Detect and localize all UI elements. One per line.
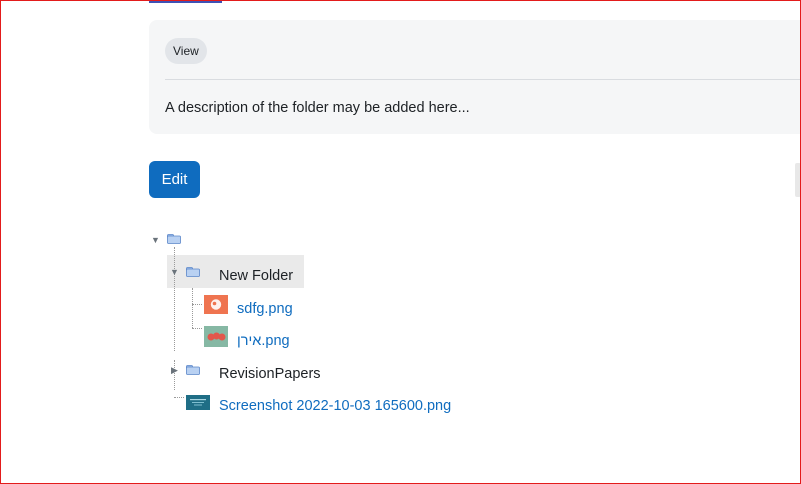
image-thumbnail-icon	[204, 295, 228, 314]
tree-line-root	[174, 247, 175, 351]
image-thumbnail-icon	[204, 326, 228, 347]
folder-icon[interactable]	[167, 234, 181, 244]
tree-file-link[interactable]: אירן.png	[237, 333, 290, 349]
tree-folder-new-folder[interactable]: New Folder	[219, 268, 293, 284]
tree-line-new-folder	[192, 288, 193, 328]
tree-line-hebrew	[192, 328, 202, 329]
collapsed-arrow-icon[interactable]: ▶	[171, 365, 178, 375]
expanded-arrow-icon[interactable]: ▼	[151, 235, 160, 245]
tree-line-root-file	[174, 397, 184, 398]
tree-file-link[interactable]: Screenshot 2022-10-03 165600.png	[219, 398, 451, 414]
image-thumbnail-icon	[186, 395, 210, 410]
folder-tree: ▼ ▼ New Folder sdfg.png אירן.png ▶ Revis…	[0, 0, 801, 484]
folder-icon	[186, 365, 200, 375]
folder-icon	[186, 267, 200, 277]
tree-file-link[interactable]: sdfg.png	[237, 301, 293, 317]
tree-folder-revision-papers[interactable]: RevisionPapers	[219, 366, 321, 382]
expanded-arrow-icon[interactable]: ▼	[170, 267, 179, 277]
tree-line-sdfg	[192, 304, 202, 305]
